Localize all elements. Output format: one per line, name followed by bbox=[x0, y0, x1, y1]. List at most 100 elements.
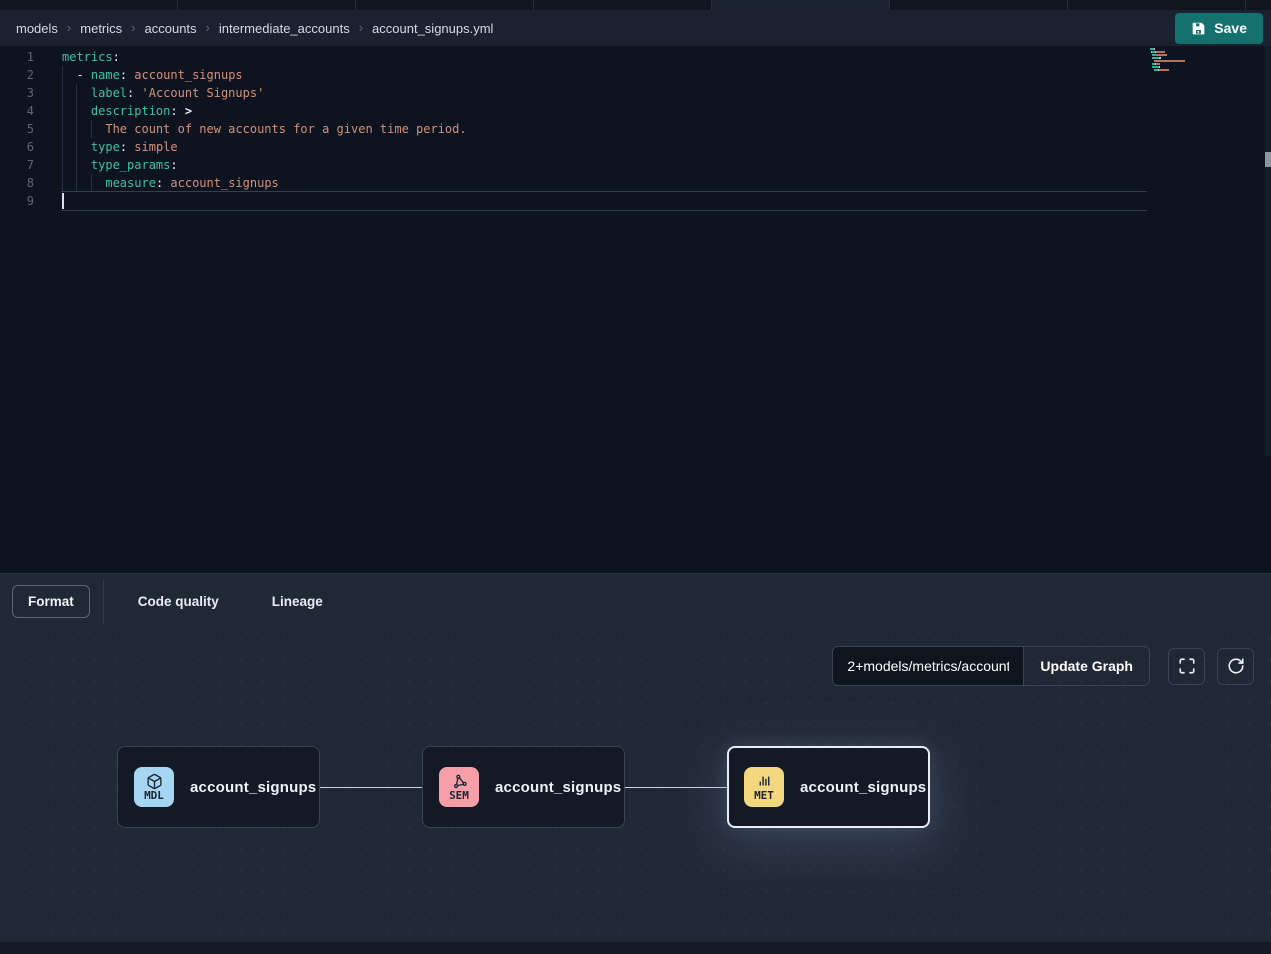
node-type-badge: MDL bbox=[134, 767, 174, 807]
minimap-segment bbox=[1154, 60, 1185, 62]
code-token: : bbox=[170, 104, 177, 118]
indent-guide bbox=[76, 174, 77, 192]
line-number: 7 bbox=[0, 156, 46, 174]
breadcrumb-item[interactable]: models bbox=[16, 21, 58, 36]
line-content: The count of new accounts for a given ti… bbox=[46, 120, 467, 138]
refresh-icon bbox=[1227, 657, 1245, 675]
canvas-bottom-strip bbox=[0, 942, 1271, 954]
breadcrumb-separator-icon: › bbox=[67, 20, 71, 35]
lineage-edge bbox=[320, 787, 422, 788]
line-content: - name: account_signups bbox=[46, 66, 243, 84]
file-tab-top[interactable] bbox=[534, 0, 712, 10]
editor-line: 5 The count of new accounts for a given … bbox=[0, 120, 1271, 138]
indent-guide bbox=[62, 174, 63, 192]
lineage-node-mdl[interactable]: MDLaccount_signups bbox=[117, 746, 320, 828]
lineage-node-sem[interactable]: SEMaccount_signups bbox=[422, 746, 625, 828]
breadcrumb: models › metrics › accounts › intermediate_acc… bbox=[16, 21, 1175, 36]
save-button[interactable]: Save bbox=[1175, 13, 1263, 44]
file-tab-top[interactable] bbox=[712, 0, 890, 10]
editor-scrollbar[interactable] bbox=[1265, 46, 1271, 456]
format-button[interactable]: Format bbox=[12, 585, 90, 618]
minimap-segment bbox=[1152, 66, 1159, 68]
editor-line: 1metrics: bbox=[0, 48, 1271, 66]
minimap-segment bbox=[1156, 54, 1167, 56]
fullscreen-icon bbox=[1178, 657, 1196, 675]
tab-lineage[interactable]: Lineage bbox=[272, 584, 323, 619]
minimap-line bbox=[1150, 48, 1214, 50]
indent-guide bbox=[62, 102, 63, 120]
code-token: : bbox=[170, 158, 177, 172]
breadcrumb-item[interactable]: intermediate_accounts bbox=[219, 21, 350, 36]
indent-guide bbox=[62, 66, 63, 84]
code-token: > bbox=[178, 104, 192, 118]
node-type-badge: MET bbox=[744, 767, 784, 807]
refresh-button[interactable] bbox=[1217, 648, 1254, 685]
current-line-highlight bbox=[61, 191, 1147, 211]
ide-window: models › metrics › accounts › intermediate_acc… bbox=[0, 0, 1271, 954]
code-token bbox=[62, 68, 76, 82]
node-name-label: account_signups bbox=[800, 779, 926, 796]
bottom-panel: Format Code quality Lineage Update Graph bbox=[0, 573, 1271, 954]
minimap-line bbox=[1150, 60, 1214, 62]
code-token: type_params bbox=[91, 158, 170, 172]
lineage-selector-input[interactable] bbox=[832, 646, 1024, 686]
save-floppy-icon bbox=[1191, 21, 1206, 36]
breadcrumb-item[interactable]: metrics bbox=[80, 21, 122, 36]
metric-bars-icon bbox=[756, 773, 773, 790]
code-token: description bbox=[91, 104, 170, 118]
editor-line: 2 - name: account_signups bbox=[0, 66, 1271, 84]
minimap-line bbox=[1150, 66, 1214, 68]
breadcrumb-item[interactable]: accounts bbox=[145, 21, 197, 36]
tab-code-quality[interactable]: Code quality bbox=[138, 584, 219, 619]
minimap-segment bbox=[1156, 63, 1160, 65]
indent-guide bbox=[91, 120, 92, 138]
code-token: measure bbox=[105, 176, 156, 190]
code-token: 'Account Signups' bbox=[134, 86, 264, 100]
editor-line: 9 bbox=[0, 192, 1271, 210]
code-token: The count of new accounts for a given ti… bbox=[105, 122, 466, 136]
breadcrumb-separator-icon: › bbox=[206, 20, 210, 35]
file-tab-top[interactable] bbox=[178, 0, 356, 10]
line-content: description: > bbox=[46, 102, 192, 120]
update-graph-button[interactable]: Update Graph bbox=[1023, 646, 1150, 686]
minimap-segment bbox=[1159, 69, 1169, 71]
minimap[interactable] bbox=[1150, 48, 1214, 75]
line-content: type_params: bbox=[46, 156, 178, 174]
editor-line: 8 measure: account_signups bbox=[0, 174, 1271, 192]
save-button-label: Save bbox=[1214, 20, 1247, 36]
model-cube-icon bbox=[146, 773, 163, 790]
editor-line: 7 type_params: bbox=[0, 156, 1271, 174]
minimap-segment bbox=[1156, 51, 1166, 53]
file-tab-top[interactable] bbox=[356, 0, 534, 10]
breadcrumb-item[interactable]: account_signups.yml bbox=[372, 21, 493, 36]
minimap-segment bbox=[1154, 48, 1155, 50]
minimap-segment bbox=[1159, 66, 1160, 68]
code-token: account_signups bbox=[163, 176, 279, 190]
file-tab-top[interactable] bbox=[890, 0, 1068, 10]
line-number: 1 bbox=[0, 48, 46, 66]
file-tab-top[interactable] bbox=[0, 0, 178, 10]
minimap-line bbox=[1150, 72, 1214, 74]
minimap-segment bbox=[1152, 57, 1159, 59]
indent-guide bbox=[62, 84, 63, 102]
node-type-label: MDL bbox=[144, 790, 164, 802]
editor-line: 3 label: 'Account Signups' bbox=[0, 84, 1271, 102]
lineage-canvas[interactable]: Update Graph bbox=[0, 629, 1271, 942]
fullscreen-button[interactable] bbox=[1168, 648, 1205, 685]
semantic-model-icon bbox=[451, 773, 468, 790]
minimap-line bbox=[1150, 54, 1214, 56]
breadcrumb-separator-icon: › bbox=[131, 20, 135, 35]
line-number: 5 bbox=[0, 120, 46, 138]
scrollbar-thumb[interactable] bbox=[1265, 152, 1271, 167]
code-editor[interactable]: 1metrics:2 - name: account_signups3 labe… bbox=[0, 46, 1271, 573]
file-tab-top[interactable] bbox=[1068, 0, 1246, 10]
lineage-node-met[interactable]: MET account_signups bbox=[727, 746, 930, 828]
tab-row-divider bbox=[103, 580, 104, 624]
file-tab-top bbox=[1246, 0, 1271, 10]
code-token: metrics bbox=[62, 50, 113, 64]
line-content: metrics: bbox=[46, 48, 120, 66]
code-token bbox=[62, 176, 105, 190]
top-tab-strip bbox=[0, 0, 1271, 10]
code-token: account_signups bbox=[127, 68, 243, 82]
code-token: - bbox=[76, 68, 90, 82]
